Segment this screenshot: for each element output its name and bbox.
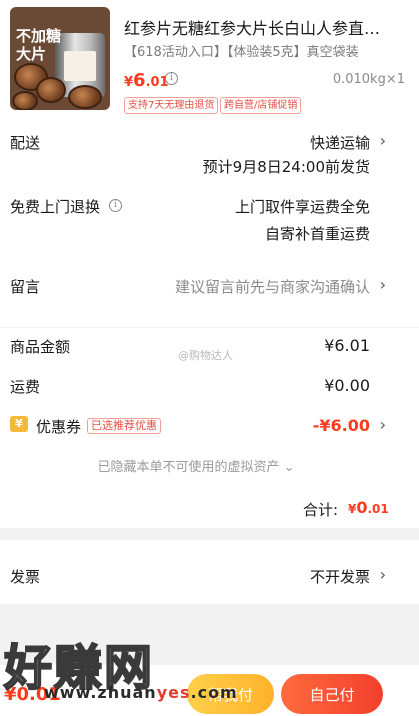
coupon-selected-tag: 已选推荐优惠 — [87, 418, 161, 434]
shipping-method[interactable]: 快递运输 — [310, 132, 370, 153]
ginseng-slice — [36, 77, 66, 103]
info-icon[interactable]: i — [109, 199, 122, 212]
site-url-suffix: .com — [190, 683, 238, 702]
product-title[interactable]: 红参片无糖红参大片长白山人参直参… — [124, 15, 386, 39]
self-pay-button[interactable]: 自己付 — [281, 674, 383, 714]
site-url-prefix: www.zhuan — [44, 683, 157, 702]
price-currency: ¥ — [124, 75, 134, 90]
goods-amount-label: 商品金额 — [10, 338, 71, 356]
hidden-assets-note: 已隐藏本单不可使用的虚拟资产 — [97, 460, 280, 475]
coupon-icon: ¥ — [10, 416, 28, 432]
info-icon[interactable]: i — [165, 72, 178, 85]
site-url-accent: yes — [156, 683, 191, 702]
total-label: 合计: — [303, 501, 339, 519]
hidden-assets-toggle[interactable]: 已隐藏本单不可使用的虚拟资产 ⌄ — [0, 456, 392, 475]
goods-amount-value: ¥6.01 — [324, 336, 370, 355]
jar-label — [64, 51, 96, 81]
total-integer: 0 — [356, 498, 368, 517]
product-spec: 【618活动入口】【体验装5克】真空袋装 — [124, 45, 359, 60]
total-decimal: .01 — [367, 502, 389, 516]
chevron-right-icon[interactable]: › — [380, 415, 386, 434]
invoice-label: 发票 — [10, 568, 41, 586]
ginseng-slice — [68, 85, 102, 109]
invoice-value[interactable]: 不开发票 — [310, 566, 370, 587]
return-service-label: 免费上门退换 — [10, 198, 101, 216]
chevron-right-icon[interactable]: › — [380, 131, 386, 150]
product-thumbnail[interactable]: 不加糖 大片 — [10, 7, 110, 110]
freight-value: ¥0.00 — [324, 376, 370, 395]
chevron-down-icon: ⌄ — [283, 460, 295, 475]
return-service-line2: 自寄补首重运费 — [264, 225, 370, 243]
site-watermark-url: www.zhuanyes.com — [44, 683, 238, 702]
total-amount: ¥0.01 — [348, 498, 389, 517]
message-label: 留言 — [10, 278, 41, 296]
chevron-right-icon[interactable]: › — [380, 275, 386, 294]
shipping-label: 配送 — [10, 134, 41, 152]
chevron-right-icon[interactable]: › — [380, 565, 386, 584]
product-weight-quantity: 0.010kg×1 — [332, 72, 405, 87]
weibo-watermark: @购物达人 — [178, 349, 233, 362]
freight-label: 运费 — [10, 378, 41, 396]
message-input[interactable]: 建议留言前先与商家沟通确认 — [175, 276, 370, 297]
shipping-eta: 预计9月8日24:00前发货 — [202, 158, 370, 176]
ginseng-slice — [12, 91, 38, 110]
coupon-value[interactable]: -¥6.00 — [313, 416, 370, 435]
return-service-line1: 上门取件享运费全免 — [234, 198, 370, 216]
return-policy-badge: 支持7天无理由退货 — [124, 97, 219, 114]
order-product-card: 不加糖 大片 红参片无糖红参大片长白山人参直参… 【618活动入口】【体验装5克… — [0, 0, 419, 327]
price-integer: 6 — [133, 70, 146, 91]
thumbnail-tag: 不加糖 大片 — [16, 27, 62, 63]
promotion-badge: 跨自营/店铺促销 — [220, 97, 302, 114]
product-price: ¥6.01 — [124, 70, 169, 91]
coupon-label[interactable]: 优惠券 — [36, 416, 81, 437]
